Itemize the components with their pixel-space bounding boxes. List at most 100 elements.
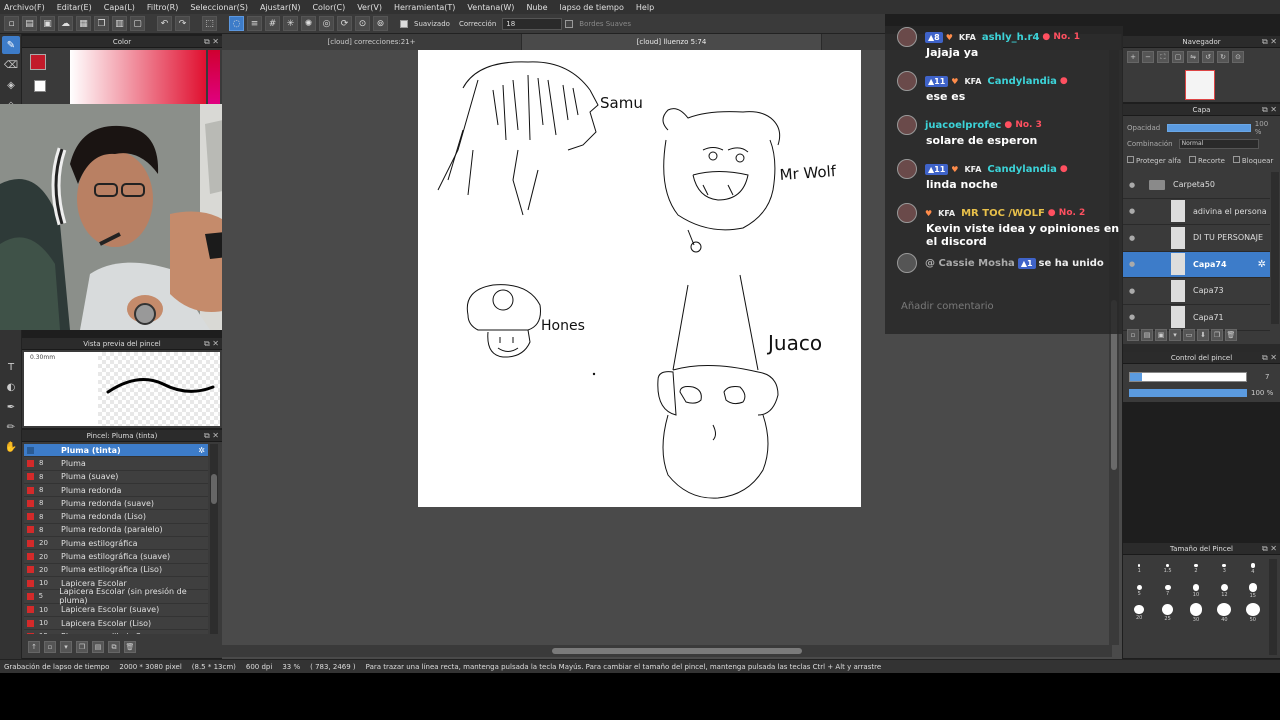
menu-item[interactable]: Editar(E): [57, 3, 92, 12]
duplicate-layer-icon[interactable]: ❐: [1211, 329, 1223, 341]
stabilizer-icon[interactable]: ◌: [229, 16, 244, 31]
brush-folder-icon[interactable]: ▤: [92, 641, 104, 653]
brush-size-option[interactable]: 20: [1125, 603, 1153, 623]
brush-list-item[interactable]: Pluma (tinta) ✲: [24, 444, 208, 458]
correction-input[interactable]: 18: [502, 17, 563, 30]
fill-tool-icon[interactable]: ◈: [2, 76, 20, 94]
drawing-canvas[interactable]: Samu Mr Wolf Hones Juaco: [418, 50, 861, 507]
brush-size-option[interactable]: 1.5: [1153, 559, 1181, 579]
undo-icon[interactable]: ↶: [157, 16, 172, 31]
paste-icon[interactable]: ▥: [112, 16, 127, 31]
chat-username[interactable]: Candylandia: [987, 76, 1057, 87]
menu-item[interactable]: Color(C): [312, 3, 345, 12]
selection-icon[interactable]: ⬚: [202, 16, 217, 31]
target-icon[interactable]: ⊚: [373, 16, 388, 31]
navigator-thumbnail[interactable]: [1185, 70, 1215, 100]
clip-checkbox[interactable]: Recorte: [1189, 156, 1225, 165]
layer-more-icon[interactable]: ▾: [1169, 329, 1181, 341]
tab-correcciones[interactable]: [cloud] correcciones:21+: [222, 34, 522, 50]
smooth-checkbox[interactable]: [400, 19, 408, 28]
menu-item[interactable]: Ajustar(N): [260, 3, 301, 12]
redo-icon[interactable]: ↷: [175, 16, 190, 31]
actual-size-icon[interactable]: ▢: [1172, 51, 1184, 63]
menu-item[interactable]: Ventana(W): [467, 3, 514, 12]
bucket-tool-icon[interactable]: ◐: [2, 378, 20, 396]
pen-tool-icon[interactable]: ✎: [2, 36, 20, 54]
new-raster-layer-icon[interactable]: ▫: [1127, 329, 1139, 341]
symmetry-icon[interactable]: ⊙: [355, 16, 370, 31]
blend-mode-select[interactable]: Normal: [1178, 139, 1259, 149]
layer-folder[interactable]: ● Carpeta50: [1123, 172, 1270, 199]
brush-size-option[interactable]: 3: [1210, 559, 1238, 579]
radial-icon[interactable]: ✺: [301, 16, 316, 31]
layer-item[interactable]: ● adivina el persona: [1123, 198, 1270, 225]
layer-icon[interactable]: ▦: [76, 16, 91, 31]
brush-size-option[interactable]: 4: [1239, 559, 1267, 579]
zoom-in-icon[interactable]: +: [1127, 51, 1139, 63]
visibility-icon[interactable]: ●: [1123, 287, 1141, 295]
hue-slider[interactable]: [208, 50, 220, 104]
new-file-icon[interactable]: ▫: [4, 16, 19, 31]
brush-list-item[interactable]: 8 Pluma (suave): [24, 470, 208, 484]
brush-size-option[interactable]: 50: [1239, 603, 1267, 623]
layer-mask-icon[interactable]: ▣: [1155, 329, 1167, 341]
chat-username[interactable]: MR TOC /WOLF: [961, 208, 1045, 219]
menu-item[interactable]: Nube: [526, 3, 547, 12]
menu-item[interactable]: Herramienta(T): [394, 3, 455, 12]
brush-list-item[interactable]: 15Pluma para dibujo 2: [24, 630, 208, 634]
brush-list-scrollbar[interactable]: [210, 444, 218, 634]
hand-tool-icon[interactable]: ✋: [2, 438, 20, 456]
brush-size-option[interactable]: 1: [1125, 559, 1153, 579]
brush-list-item[interactable]: 8 Pluma: [24, 457, 208, 471]
brush-size-option[interactable]: 2: [1182, 559, 1210, 579]
new-vector-layer-icon[interactable]: ▤: [1141, 329, 1153, 341]
merge-down-icon[interactable]: ⬇: [1197, 329, 1209, 341]
new-folder-icon[interactable]: ▭: [1183, 329, 1195, 341]
user-avatar[interactable]: [897, 115, 917, 135]
main-color-swatch[interactable]: [30, 54, 46, 70]
color-saturation-field[interactable]: [70, 50, 206, 104]
tab-lluenzo[interactable]: [cloud] lluenzo 5:74: [522, 34, 822, 50]
brush-list-item[interactable]: 8 Pluma redonda (paralelo): [24, 523, 208, 538]
menu-item[interactable]: Capa(L): [104, 3, 135, 12]
brush-delete-icon[interactable]: 🗑: [124, 641, 136, 653]
copy-icon[interactable]: ❐: [94, 16, 109, 31]
brush-size-option[interactable]: 10: [1182, 581, 1210, 601]
brush-size-scrollbar[interactable]: [1269, 559, 1277, 655]
chat-input[interactable]: Añadir comentario: [901, 301, 994, 312]
chat-username[interactable]: ashly_h.r4: [982, 32, 1040, 43]
canvas-horizontal-scrollbar[interactable]: [222, 645, 1112, 657]
delete-layer-icon[interactable]: 🗑: [1225, 329, 1237, 341]
chat-username[interactable]: juacoelprofec: [925, 120, 1001, 131]
edges-checkbox[interactable]: [565, 19, 574, 28]
menu-item[interactable]: Help: [636, 3, 654, 12]
brush-list-item[interactable]: 20 Pluma estilográfica: [24, 537, 208, 551]
menu-item[interactable]: Filtro(R): [147, 3, 178, 12]
visibility-icon[interactable]: ●: [1123, 313, 1141, 321]
brush-duplicate-icon[interactable]: ⧉: [108, 641, 120, 653]
rotate-right-icon[interactable]: ↻: [1217, 51, 1229, 63]
brush-list-item[interactable]: 20 Pluma estilográfica (suave): [24, 550, 208, 564]
visibility-icon[interactable]: ●: [1123, 207, 1141, 215]
panel-close-icon[interactable]: ⧉ ✕: [1262, 105, 1277, 115]
rotate-left-icon[interactable]: ↺: [1202, 51, 1214, 63]
grid-icon[interactable]: #: [265, 16, 280, 31]
visibility-icon[interactable]: ●: [1123, 260, 1141, 268]
clear-icon[interactable]: ▢: [130, 16, 145, 31]
brush-list-item[interactable]: 8 Pluma redonda (Liso): [24, 510, 208, 524]
zoom-out-icon[interactable]: −: [1142, 51, 1154, 63]
brush-new-icon[interactable]: ▫: [44, 641, 56, 653]
brush-size-option[interactable]: 25: [1153, 603, 1181, 623]
sub-color-swatch[interactable]: [34, 80, 46, 92]
menu-item[interactable]: lapso de tiempo: [560, 3, 624, 12]
visibility-icon[interactable]: ●: [1123, 234, 1141, 242]
brush-copy-icon[interactable]: ❐: [76, 641, 88, 653]
brush-list-item[interactable]: 10 Lapicera Escolar (suave): [24, 603, 208, 617]
layer-list-scrollbar[interactable]: [1271, 172, 1279, 324]
panel-close-icon[interactable]: ⧉ ✕: [204, 37, 219, 47]
brush-size-option[interactable]: 15: [1239, 581, 1267, 601]
flip-icon[interactable]: ⇋: [1187, 51, 1199, 63]
brush-size-option[interactable]: 40: [1210, 603, 1238, 623]
reset-rotate-icon[interactable]: ⊙: [1232, 51, 1244, 63]
brush-size-option[interactable]: 5: [1125, 581, 1153, 601]
